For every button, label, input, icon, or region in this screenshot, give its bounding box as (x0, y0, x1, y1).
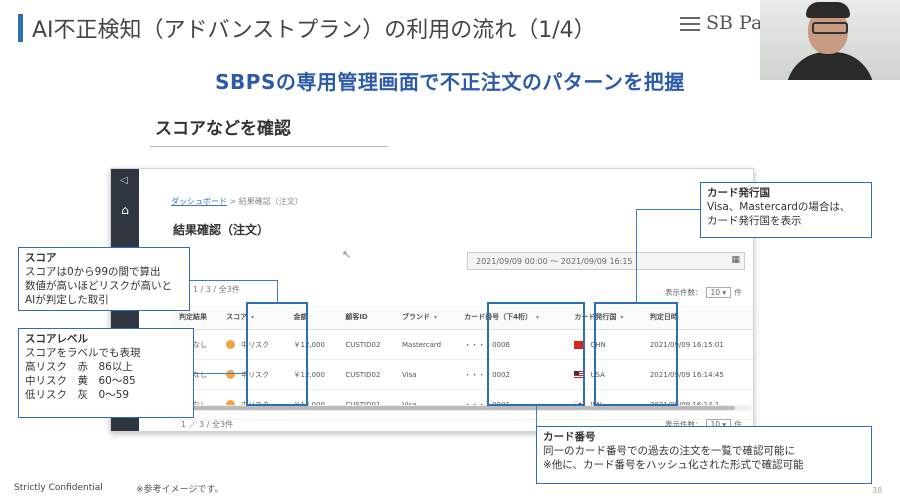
calendar-icon[interactable]: ▦ (731, 255, 740, 265)
callout-card-number: カード番号 同一のカード番号での過去の注文を一覧で確認可能に ※他に、カード番号… (536, 426, 872, 484)
issuer-connector (636, 209, 700, 210)
pager-bottom: 1 ／ 3 / 全3件 (181, 420, 234, 429)
cell-brand: Visa (396, 359, 459, 390)
card-number-column-highlight (487, 302, 585, 406)
score-medium-icon (226, 370, 236, 379)
cell-customer: CUSTID02 (339, 359, 397, 390)
per-page-select[interactable]: 10 ▾ (705, 287, 732, 298)
section-divider (150, 146, 388, 147)
breadcrumb: ダッシュボード > 結果確認（注文） (171, 196, 303, 207)
level-connector (194, 373, 246, 374)
date-range-value: 2021/09/09 00:00 ～ 2021/09/09 16:15 (476, 257, 633, 266)
score-connector-v (277, 280, 278, 302)
logo-mark-icon (680, 17, 700, 31)
footer-note: ※参考イメージです。 (136, 485, 224, 495)
page-number: 38 (872, 486, 883, 495)
mouse-cursor-icon: ↖ (342, 248, 352, 261)
col-customer-id[interactable]: 顧客ID (339, 305, 397, 330)
slide-title: AI不正検知（アドバンストプラン）の利用の流れ（1/4） (32, 18, 596, 43)
score-connector (190, 280, 278, 281)
score-medium-icon (226, 340, 236, 349)
callout-issuer-country: カード発行国 Visa、Mastercardの場合は、 カード発行国を表示 (700, 182, 872, 238)
page-title: 結果確認（注文） (173, 223, 270, 237)
breadcrumb-dashboard-link[interactable]: ダッシュボード (171, 197, 227, 206)
home-icon[interactable]: ⌂ (117, 203, 133, 219)
breadcrumb-separator: > (227, 197, 239, 206)
footer-confidential: Strictly Confidential (14, 483, 103, 493)
per-page-unit: 件 (734, 288, 742, 297)
per-page-label: 表示件数： (665, 288, 703, 297)
sort-caret-icon[interactable]: ▾ (434, 314, 437, 321)
per-page-top: 表示件数： 10 ▾ 件 (665, 287, 742, 298)
collapse-icon[interactable]: ◁ (117, 175, 131, 186)
cell-customer: CUSTID02 (339, 329, 397, 360)
cell-brand: Mastercard (396, 329, 459, 360)
col-brand[interactable]: ブランド ▾ (396, 305, 459, 330)
score-column-highlight (246, 302, 308, 406)
issuer-connector-v (636, 209, 637, 302)
slide-subtitle: SBPSの専用管理画面で不正注文のパターンを把握 (215, 70, 685, 94)
date-range-input[interactable]: 2021/09/09 00:00 ～ 2021/09/09 16:15 ▦ (467, 252, 745, 270)
callout-score-level: スコアレベル スコアをラベルでも表現 高リスク 赤 86以上 中リスク 黄 60… (18, 328, 194, 418)
pager-top: 1 / 3 / 全3件 (193, 285, 240, 294)
company-logo: SB Pa (706, 12, 763, 34)
title-accent-bar (18, 14, 23, 42)
card-connector (536, 406, 537, 426)
issuer-country-column-highlight (594, 302, 678, 406)
breadcrumb-current: 結果確認（注文） (238, 197, 303, 206)
section-title: スコアなどを確認 (155, 119, 291, 139)
callout-score: スコア スコアは0から99の間で算出 数値が高いほどリスクが高いと AIが判定し… (18, 247, 190, 311)
